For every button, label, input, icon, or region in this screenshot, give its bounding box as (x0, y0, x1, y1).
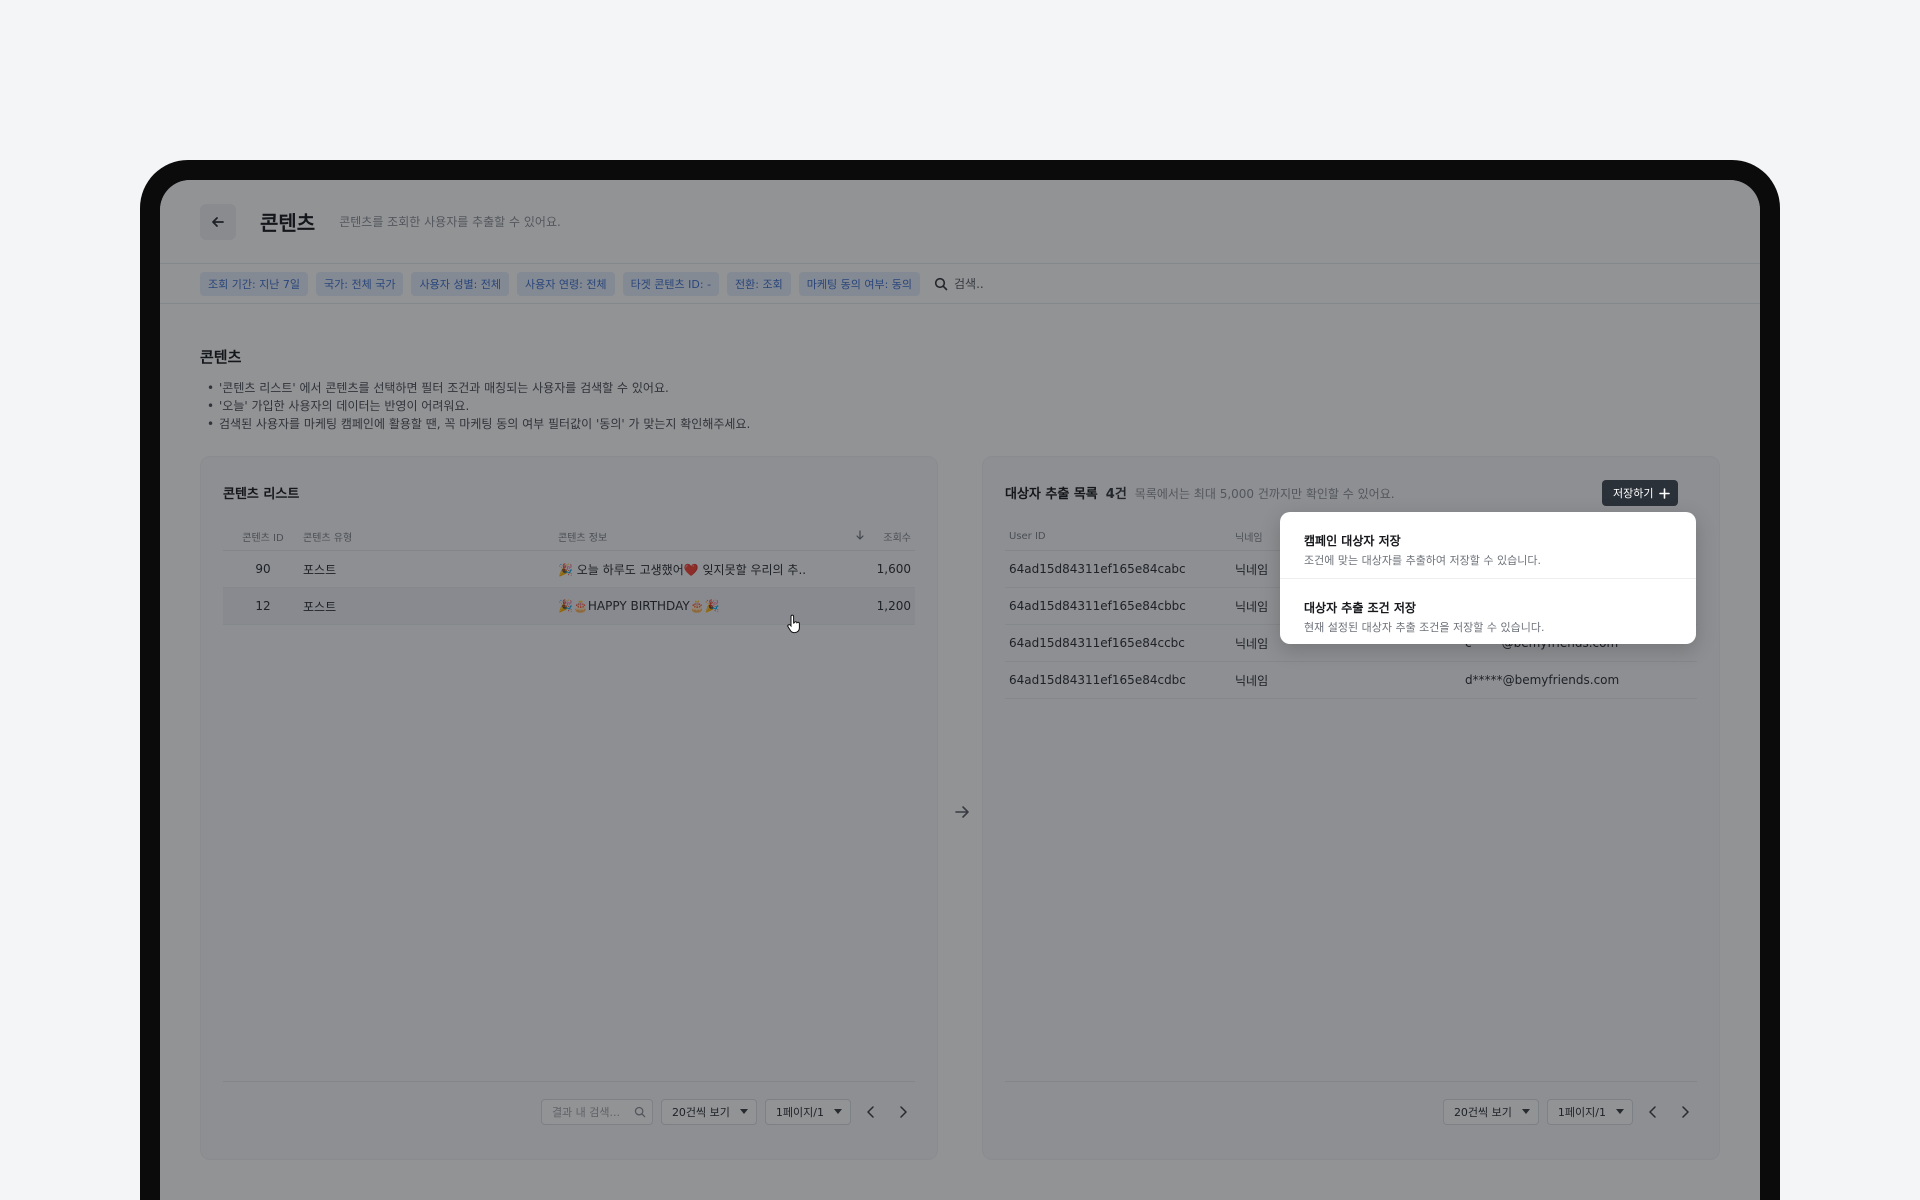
app-screen: 콘텐츠 콘텐츠를 조회한 사용자를 추출할 수 있어요. 조회 기간: 지난 7… (160, 180, 1760, 1200)
modal-backdrop[interactable] (160, 180, 1760, 1200)
device-frame: 콘텐츠 콘텐츠를 조회한 사용자를 추출할 수 있어요. 조회 기간: 지난 7… (140, 160, 1780, 1200)
menu-item-title: 캠페인 대상자 저장 (1304, 534, 1401, 548)
save-menu: 캠페인 대상자 저장 조건에 맞는 대상자를 추출하여 저장할 수 있습니다. … (1280, 512, 1696, 644)
save-button[interactable]: 저장하기 (1602, 480, 1679, 506)
menu-item-campaign-save[interactable]: 캠페인 대상자 저장 조건에 맞는 대상자를 추출하여 저장할 수 있습니다. (1280, 512, 1696, 578)
menu-item-title: 대상자 추출 조건 저장 (1304, 601, 1416, 615)
menu-item-desc: 현재 설정된 대상자 추출 조건을 저장할 수 있습니다. (1304, 621, 1545, 634)
menu-item-condition-save[interactable]: 대상자 추출 조건 저장 현재 설정된 대상자 추출 조건을 저장할 수 있습니… (1280, 578, 1696, 644)
hand-cursor-icon (787, 614, 800, 634)
save-button-label: 저장하기 (1613, 487, 1654, 500)
plus-icon (1659, 487, 1671, 499)
menu-item-desc: 조건에 맞는 대상자를 추출하여 저장할 수 있습니다. (1304, 554, 1541, 567)
